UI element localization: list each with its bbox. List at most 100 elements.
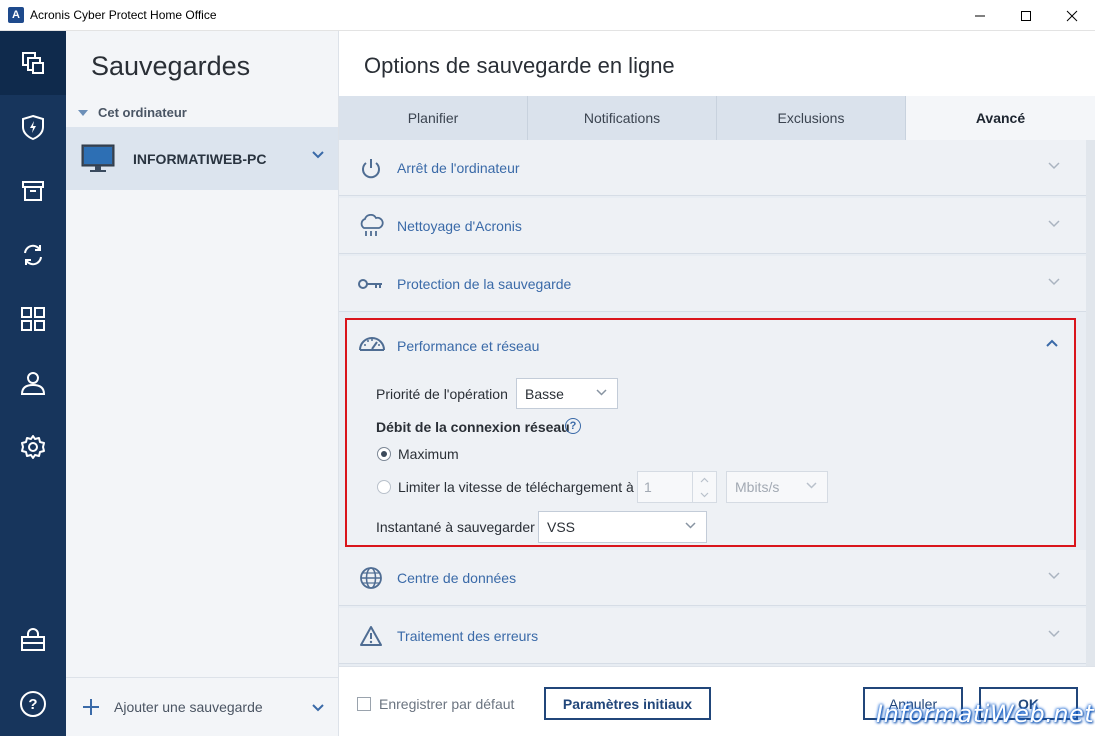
chevron-down-icon[interactable] [312,704,324,712]
radio-limit-speed[interactable] [377,480,391,494]
window-title: Acronis Cyber Protect Home Office [30,8,217,22]
reset-settings-button[interactable]: Paramètres initiaux [544,687,711,720]
spinner-up-icon[interactable] [693,472,716,487]
svg-text:?: ? [28,696,37,713]
navigation-rail: ? [0,31,66,736]
caret-down-icon [78,109,88,116]
rail-archive[interactable] [0,159,66,223]
priority-select[interactable]: Basse [516,378,618,409]
settings-gear-icon [21,435,45,459]
section-error-handling[interactable]: Traitement des erreurs [339,608,1086,664]
save-as-default-checkbox[interactable] [357,697,371,711]
backup-item-name: INFORMATIWEB-PC [133,150,267,167]
advanced-sections: Arrêt de l'ordinateur Nettoyage d'Acroni… [339,140,1086,666]
section-performance-network: Performance et réseau Priorité de l'opér… [345,318,1076,547]
speed-limit-value: 1 [644,479,652,495]
spinner-arrows[interactable] [692,472,716,502]
chevron-down-icon [685,522,696,529]
help-icon: ? [20,691,46,717]
speed-unit-select[interactable]: Mbits/s [726,471,828,503]
archive-icon [22,181,44,201]
rail-settings[interactable] [0,415,66,479]
options-tabs: Planifier Notifications Exclusions Avanc… [339,96,1095,140]
radio-maximum-label[interactable]: Maximum [398,446,459,462]
snapshot-label: Instantané à sauvegarder [376,519,535,535]
gauge-icon [357,333,387,358]
rail-account[interactable] [0,351,66,415]
section-title: Traitement des erreurs [397,628,539,644]
power-icon [358,156,384,180]
section-title[interactable]: Performance et réseau [397,338,539,354]
section-title: Centre de données [397,570,517,586]
rail-help[interactable]: ? [0,672,66,736]
question-mark-icon[interactable]: ? [565,418,581,434]
section-data-center[interactable]: Centre de données [339,550,1086,606]
section-title: Nettoyage d'Acronis [397,218,522,234]
page-title: Options de sauvegarde en ligne [364,53,675,78]
backups-title: Sauvegardes [91,51,251,81]
tab-notifications[interactable]: Notifications [528,96,717,140]
rail-store[interactable] [0,608,66,672]
group-label: Cet ordinateur [98,105,187,120]
chevron-down-icon [806,482,817,489]
site-watermark: InformatiWeb.net [876,700,1095,728]
radio-limit-speed-label[interactable]: Limiter la vitesse de téléchargement à [398,479,634,495]
chevron-down-icon [1048,220,1060,228]
cloud-rain-icon [358,214,384,238]
snapshot-select[interactable]: VSS [538,511,707,543]
group-this-computer[interactable]: Cet ordinateur [78,105,187,120]
tools-grid-icon [21,307,45,331]
close-button[interactable] [1049,0,1095,31]
sync-icon [24,244,42,266]
monitor-icon [81,144,115,172]
title-bar: A Acronis Cyber Protect Home Office [0,0,1095,31]
rail-protection[interactable] [0,95,66,159]
backups-panel: Sauvegardes Cet ordinateur INFORMATIWEB-… [66,31,339,736]
backup-icon [22,52,44,74]
tab-planifier[interactable]: Planifier [339,96,528,140]
speed-limit-spinner[interactable]: 1 [637,471,717,503]
tab-avance[interactable]: Avancé [906,96,1095,140]
store-bag-icon [21,628,45,651]
rail-tools[interactable] [0,287,66,351]
network-rate-label: Débit de la connexion réseau [376,419,570,435]
speed-unit-value: Mbits/s [735,479,780,495]
section-title: Protection de la sauvegarde [397,276,572,292]
chevron-down-icon [1048,278,1060,286]
warning-icon [358,624,384,648]
minimize-icon [975,15,985,16]
section-title: Arrêt de l'ordinateur [397,160,520,176]
add-backup-button[interactable]: Ajouter une sauvegarde [66,677,338,736]
section-acronis-cleanup[interactable]: Nettoyage d'Acronis [339,198,1086,254]
chevron-down-icon [596,389,607,396]
spinner-down-icon[interactable] [693,487,716,502]
chevron-down-icon [1048,572,1060,580]
maximize-icon [1021,10,1031,21]
priority-label: Priorité de l'opération [376,386,508,402]
protection-shield-icon [22,114,44,141]
options-panel: Options de sauvegarde en ligne Planifier… [339,31,1095,736]
rail-backup[interactable] [0,31,66,95]
chevron-down-icon [1048,630,1060,638]
snapshot-value: VSS [547,519,576,535]
globe-icon [358,566,384,590]
rail-sync[interactable] [0,223,66,287]
chevron-down-icon[interactable] [312,151,324,159]
minimize-button[interactable] [957,0,1003,31]
maximize-button[interactable] [1003,0,1049,31]
sections-scrollbar[interactable] [1086,140,1095,666]
chevron-down-icon [1048,162,1060,170]
section-computer-shutdown[interactable]: Arrêt de l'ordinateur [339,140,1086,196]
plus-icon [83,699,99,715]
backup-item-informatiweb-pc[interactable]: INFORMATIWEB-PC [66,127,338,190]
section-backup-protection[interactable]: Protection de la sauvegarde [339,256,1086,312]
chevron-up-icon[interactable] [1046,339,1058,347]
tab-exclusions[interactable]: Exclusions [717,96,906,140]
account-icon [20,372,46,395]
radio-maximum[interactable] [377,447,391,461]
save-as-default-label[interactable]: Enregistrer par défaut [379,696,514,712]
acronis-logo-icon: A [8,7,24,23]
priority-value: Basse [525,385,564,402]
key-icon [358,272,384,296]
options-header: Options de sauvegarde en ligne [339,31,1095,96]
